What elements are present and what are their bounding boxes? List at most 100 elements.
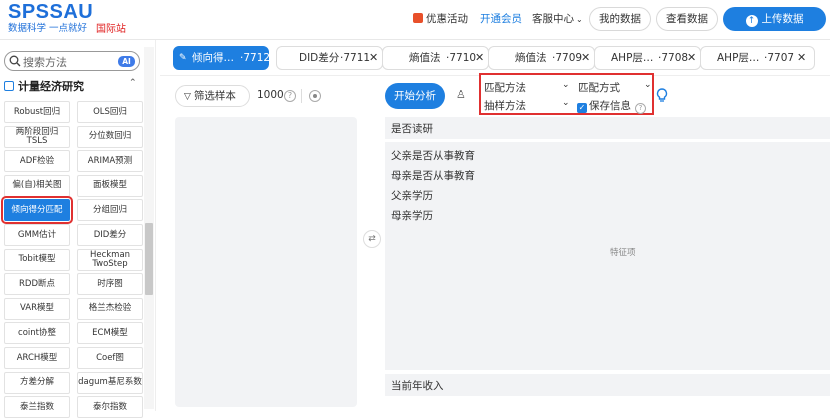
method-button[interactable]: coint协整 (4, 322, 70, 345)
method-button[interactable]: 分组回归 (77, 199, 143, 222)
match-mode-select[interactable]: 匹配方式 ⌄ (578, 80, 652, 95)
sample-method-label: 抽样方法 (484, 100, 526, 112)
filter-sample-button[interactable]: ▽ 筛选样本 (175, 85, 250, 107)
options-panel: 匹配方法 ⌄ 匹配方式 ⌄ 抽样方法 ⌄ ✓ 保存信息? (479, 73, 654, 115)
variable-list[interactable] (175, 117, 357, 407)
promo-link[interactable]: 优惠活动 (413, 8, 468, 30)
intl-site-link[interactable]: 国际站 (96, 20, 126, 35)
chevron-down-icon: ⌄ (562, 80, 570, 90)
target-variable: 是否读研 (391, 123, 433, 135)
promo-label: 优惠活动 (426, 13, 468, 25)
method-button[interactable]: ARCH模型 (4, 347, 70, 369)
close-icon[interactable]: ✕ (687, 47, 696, 69)
method-button[interactable]: 两阶段回归 TSLS (4, 125, 70, 148)
tab-ahp-7707[interactable]: AHP层… ·7707 ✕ (700, 46, 815, 70)
method-button[interactable]: 泰尔指数 (77, 396, 143, 418)
customer-service-label: 客服中心 (532, 13, 574, 25)
category-header[interactable]: 计量经济研究 ⌃ (4, 78, 137, 94)
method-button[interactable]: RDD断点 (4, 273, 70, 296)
covariate-field[interactable]: 当前年收入 (385, 374, 830, 396)
method-button[interactable]: GMM估计 (4, 224, 70, 246)
target-field[interactable]: 是否读研 (385, 117, 830, 139)
method-button[interactable]: Robust回归 (4, 101, 70, 123)
sample-count: 1000 (257, 89, 284, 101)
chevron-down-icon: ⌄ (644, 80, 652, 90)
close-icon[interactable]: ✕ (581, 47, 590, 69)
tab-label: 倾向得… (192, 52, 234, 64)
ai-badge[interactable]: AI (118, 56, 135, 67)
close-icon[interactable]: ✕ (369, 47, 378, 69)
method-button[interactable]: 方差分解 (4, 371, 70, 394)
tab-did[interactable]: DID差分 ·7711 ✕ (276, 46, 383, 70)
method-button[interactable]: ADF检验 (4, 150, 70, 173)
search-placeholder: 搜索方法 (23, 56, 67, 69)
feature-variable[interactable]: 母亲是否从事教育 (391, 166, 824, 186)
close-icon[interactable]: ✕ (475, 47, 484, 69)
filter-label: 筛选样本 (193, 90, 236, 102)
tab-psm[interactable]: ✎ 倾向得… ·7712 (173, 46, 271, 70)
top-header: SPSSAU 数据科学 一点就好 国际站 优惠活动 开通会员 客服中心 ⌄ 我的数… (0, 0, 830, 40)
method-button[interactable]: ECM模型 (77, 322, 143, 345)
tab-id: ·7709 (552, 52, 583, 64)
logo-slogan: 数据科学 一点就好 (8, 23, 88, 34)
feature-variable[interactable]: 父亲是否从事教育 (391, 146, 824, 166)
features-hint: 特征项 (610, 248, 636, 258)
tab-ahp-7708[interactable]: AHP层… ·7708 ✕ (594, 46, 701, 70)
checkbox-checked-icon: ✓ (577, 103, 587, 113)
scrollbar-thumb[interactable] (145, 223, 153, 295)
method-sidebar: 搜索方法 AI 计量经济研究 ⌃ Robust回归 OLS回归 两阶段回归 TSLS… (0, 40, 156, 418)
analysis-tab-bar: ✎ 倾向得… ·7712 DID差分 ·7711 ✕ 熵值法 ·7710 ✕ 熵… (160, 40, 830, 76)
broom-icon[interactable]: ♙ (456, 88, 466, 101)
close-icon[interactable]: ✕ (797, 47, 806, 69)
match-method-select[interactable]: 匹配方法 ⌄ (484, 80, 570, 95)
swap-icon[interactable]: ⇄ (363, 230, 381, 248)
vip-link[interactable]: 开通会员 (480, 8, 522, 30)
method-button[interactable]: Coef图 (77, 347, 143, 369)
tab-label: AHP层… (611, 52, 654, 64)
method-button[interactable]: 格兰杰检验 (77, 297, 143, 320)
sample-method-select[interactable]: 抽样方法 ⌄ (484, 98, 570, 113)
covariate-variable: 当前年收入 (391, 380, 444, 392)
match-method-label: 匹配方法 (484, 82, 526, 94)
method-button[interactable]: Heckman TwoStep (77, 248, 143, 271)
feature-variable[interactable]: 母亲学历 (391, 206, 824, 226)
tab-label: AHP层… (717, 52, 760, 64)
grid-icon (4, 81, 14, 91)
tab-id: ·7712 (240, 52, 271, 64)
search-input[interactable]: 搜索方法 AI (4, 51, 140, 71)
logo[interactable]: SPSSAU 数据科学 一点就好 (8, 2, 93, 35)
method-button[interactable]: 时序图 (77, 273, 143, 296)
help-icon[interactable]: ? (284, 90, 296, 102)
method-button[interactable]: OLS回归 (77, 101, 143, 123)
customer-service-menu[interactable]: 客服中心 ⌄ (532, 8, 583, 30)
method-button[interactable]: ARIMA预测 (77, 150, 143, 173)
method-button[interactable]: 分位数回归 (77, 125, 143, 148)
lightbulb-icon[interactable] (656, 88, 668, 104)
method-button[interactable]: 倾向得分匹配 (1, 196, 73, 225)
tab-label: 熵值法 (409, 52, 441, 64)
sidebar-scrollbar[interactable] (144, 47, 154, 409)
method-button[interactable]: 偏(自)相关图 (4, 174, 70, 197)
save-info-checkbox[interactable]: ✓ 保存信息? (577, 98, 646, 114)
method-button[interactable]: 面板模型 (77, 174, 143, 197)
upload-data-button[interactable]: ↑ 上传数据 (723, 7, 826, 31)
edit-icon: ✎ (179, 53, 187, 63)
save-info-label: 保存信息 (589, 100, 631, 112)
my-data-button[interactable]: 我的数据 (589, 7, 651, 31)
features-field[interactable]: 父亲是否从事教育 母亲是否从事教育 父亲学历 母亲学历 特征项 (385, 142, 830, 370)
start-analysis-button[interactable]: 开始分析 (385, 83, 445, 109)
method-button[interactable]: 泰兰指数 (4, 396, 70, 418)
upload-label: 上传数据 (761, 13, 804, 25)
feature-variable[interactable]: 父亲学历 (391, 186, 824, 206)
help-icon[interactable]: ? (635, 103, 646, 114)
method-button[interactable]: dagum基尼系数 (77, 371, 143, 394)
method-button[interactable]: VAR模型 (4, 297, 70, 320)
method-button[interactable]: DID差分 (77, 224, 143, 246)
view-data-button[interactable]: 查看数据 (656, 7, 718, 31)
divider (301, 89, 302, 103)
method-button[interactable]: Tobit模型 (4, 248, 70, 271)
tab-label: DID差分 (299, 52, 340, 64)
tab-entropy-7710[interactable]: 熵值法 ·7710 ✕ (382, 46, 489, 70)
tab-entropy-7709[interactable]: 熵值法 ·7709 ✕ (488, 46, 595, 70)
record-icon[interactable] (309, 90, 321, 102)
